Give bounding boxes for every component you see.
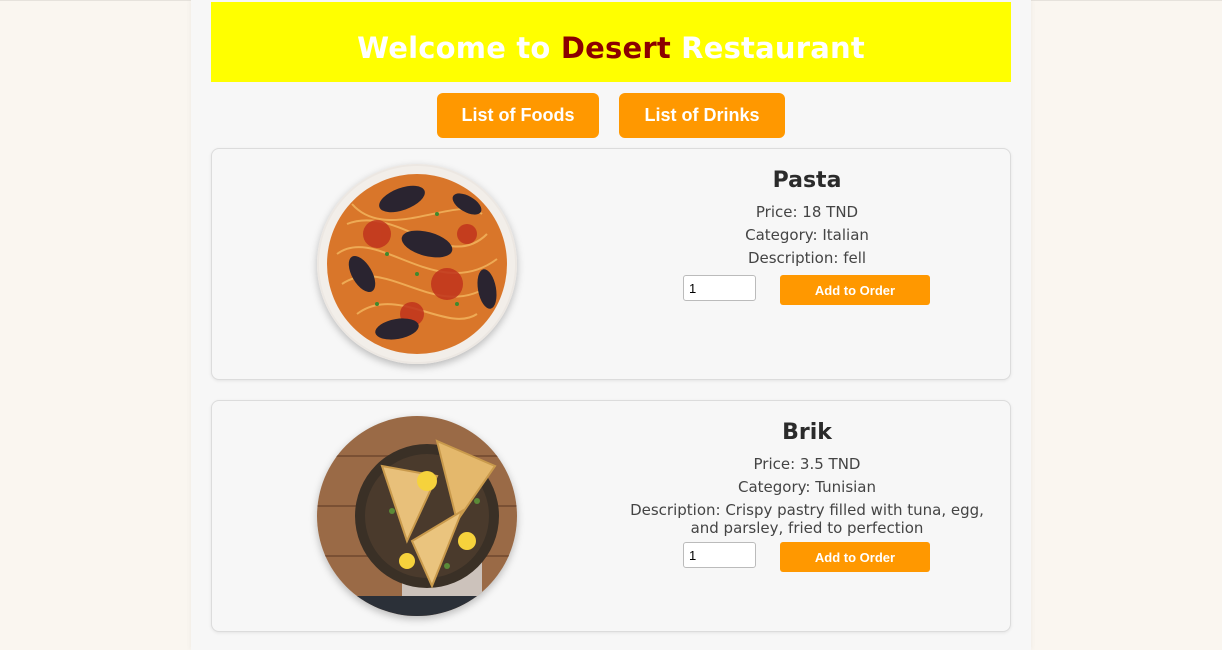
list-of-drinks-button[interactable]: List of Drinks [619, 93, 785, 138]
menu-item-card: Brik Price: 3.5 TND Category: Tunisian D… [211, 400, 1011, 632]
quantity-input[interactable] [683, 542, 756, 568]
list-of-foods-button[interactable]: List of Foods [437, 93, 599, 138]
pasta-image [317, 164, 517, 364]
menu-item-price: Price: 18 TND [755, 203, 859, 221]
page-container: Welcome to Desert Restaurant List of Foo… [191, 0, 1031, 650]
order-row: Add to Order [617, 275, 997, 307]
menu-item-category: Category: Italian [745, 226, 869, 244]
menu-item-card: Pasta Price: 18 TND Category: Italian De… [211, 148, 1011, 380]
menu-item-name: Pasta [772, 168, 842, 193]
add-to-order-button[interactable]: Add to Order [780, 275, 930, 305]
title-brand: Desert [560, 31, 671, 65]
menu-item-category: Category: Tunisian [738, 478, 876, 496]
header-banner: Welcome to Desert Restaurant [211, 2, 1011, 82]
menu-nav: List of Foods List of Drinks [191, 93, 1031, 139]
brik-image [317, 416, 517, 616]
menu-item-description: Description: Crispy pastry filled with t… [630, 501, 984, 537]
menu-item-info: Pasta Price: 18 TND Category: Italian De… [617, 167, 997, 307]
title-prefix: Welcome to [357, 31, 561, 65]
quantity-input[interactable] [683, 275, 756, 301]
order-row: Add to Order [617, 542, 997, 574]
menu-item-name: Brik [782, 420, 832, 445]
page-title: Welcome to Desert Restaurant [357, 19, 865, 65]
add-to-order-button[interactable]: Add to Order [780, 542, 930, 572]
menu-item-price: Price: 3.5 TND [753, 455, 861, 473]
menu-item-description: Description: fell [747, 249, 867, 267]
title-suffix: Restaurant [670, 31, 865, 65]
menu-item-info: Brik Price: 3.5 TND Category: Tunisian D… [617, 419, 997, 574]
